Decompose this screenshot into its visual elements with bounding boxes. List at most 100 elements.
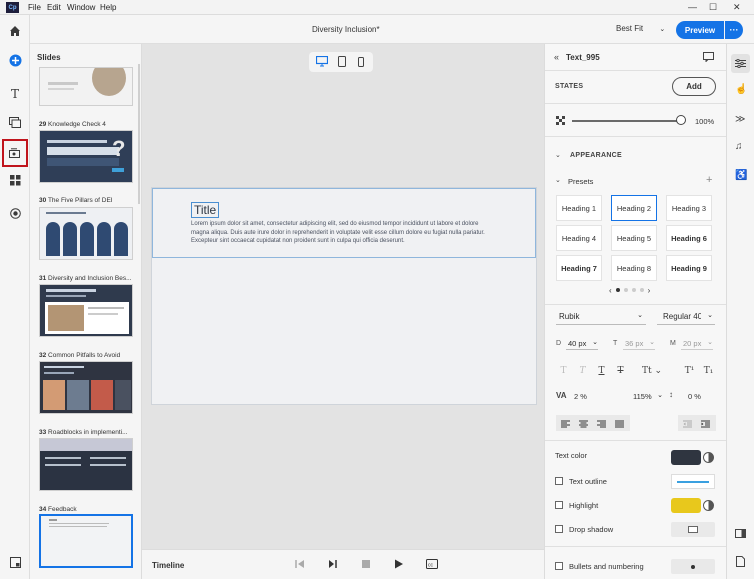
step-icon[interactable] [328,559,338,571]
presets-pager[interactable]: ‹ › [609,285,665,295]
text-icon[interactable]: T [5,84,25,104]
preview-button[interactable]: Preview [676,21,724,39]
menu-edit[interactable]: Edit [47,3,61,12]
tablet-size-select[interactable]: 36 px ⌄ [623,336,655,350]
play-icon[interactable] [394,559,404,571]
text-case-icon[interactable]: Tt ⌄ [640,363,664,378]
assets-button-highlighted[interactable] [2,139,28,167]
fit-select[interactable]: Best Fit ⌄ [616,24,665,33]
preset-heading-7[interactable]: Heading 7 [556,255,602,281]
add-state-button[interactable]: Add [672,77,716,96]
text-container[interactable]: Title Lorem ipsum dolor sit amet, consec… [152,188,536,258]
maximize-icon[interactable]: ☐ [709,2,717,13]
slide-thumbnail-34-selected[interactable] [39,514,133,568]
align-right-icon[interactable] [594,416,609,431]
chevron-left-icon[interactable]: ‹ [609,286,612,295]
slide-thumbnail-32[interactable] [39,361,133,414]
timeline-label[interactable]: Timeline [152,561,184,570]
audio-icon[interactable]: ♫ [735,141,743,152]
menu-file[interactable]: File [28,3,41,12]
text-style-italic-icon[interactable]: T [575,363,590,378]
preset-heading-8[interactable]: Heading 8 [611,255,657,281]
preset-heading-1[interactable]: Heading 1 [556,195,602,221]
tablet-view-icon[interactable] [338,56,346,69]
opacity-slider[interactable] [572,120,678,122]
collapse-panel-icon[interactable]: « [554,52,559,62]
slide-thumbnail-29[interactable]: ? [39,130,133,183]
align-center-icon[interactable] [576,416,591,431]
home-icon[interactable] [5,21,25,41]
slide-canvas[interactable]: Title Lorem ipsum dolor sit amet, consec… [151,187,537,405]
skip-back-icon[interactable] [295,559,305,571]
superscript-icon[interactable]: T¹ [682,363,697,378]
presets-chevron-icon[interactable]: ⌄ [555,176,561,184]
subscript-icon[interactable]: T₁ [701,363,716,378]
accessibility-icon[interactable]: ♿ [735,170,747,181]
opacity-slider-handle[interactable] [676,115,686,125]
comment-icon[interactable] [703,52,714,64]
mobile-view-icon[interactable] [358,57,364,69]
highlight-style-icon[interactable] [703,500,714,511]
preset-heading-5[interactable]: Heading 5 [611,225,657,251]
align-left-icon[interactable] [558,416,573,431]
preset-heading-4[interactable]: Heading 4 [556,225,602,251]
interactions-icon[interactable]: ☝ [735,84,747,95]
add-icon[interactable] [5,50,25,70]
animation-icon[interactable]: ≫ [735,114,745,125]
appearance-chevron-icon[interactable]: ⌄ [555,151,561,159]
text-outline-checkbox[interactable] [555,477,563,485]
letter-spacing-value[interactable]: 2 % [574,392,587,401]
font-weight-select[interactable]: Regular 400 ⌄ [657,308,715,325]
paragraph-spacing-value[interactable]: 0 % [688,392,701,401]
media-icon[interactable] [5,112,25,132]
drop-shadow-checkbox[interactable] [555,525,563,533]
add-preset-icon[interactable]: + [706,174,712,186]
slide-thumbnail-31[interactable] [39,284,133,337]
highlight-color-swatch[interactable] [671,498,701,513]
menu-window[interactable]: Window [67,3,95,12]
align-justify-icon[interactable] [612,416,627,431]
preset-heading-3[interactable]: Heading 3 [666,195,712,221]
page-icon[interactable] [736,556,745,569]
panel-toggle-icon[interactable] [5,552,25,572]
text-style-bold-icon[interactable]: T [556,363,571,378]
mobile-size-select[interactable]: 20 px ⌄ [681,336,713,350]
text-color-style-icon[interactable] [703,452,714,463]
record-icon[interactable] [5,203,25,223]
close-icon[interactable]: ✕ [733,2,741,13]
page-dot[interactable] [623,288,628,292]
text-outline-preview[interactable] [671,474,715,489]
preset-heading-6[interactable]: Heading 6 [666,225,712,251]
slide-thumbnail-28[interactable] [39,67,133,106]
text-color-swatch[interactable] [671,450,701,465]
slide-title-text[interactable]: Title [191,202,220,218]
slide-body-text[interactable]: Lorem ipsum dolor sit amet, consectetur … [191,220,493,246]
chevron-right-icon[interactable]: › [648,286,651,295]
menu-help[interactable]: Help [100,3,116,12]
panel-layout-icon[interactable] [735,529,746,540]
minimize-icon[interactable]: — [688,2,697,12]
bullets-preview[interactable] [671,559,715,574]
widgets-icon[interactable] [5,170,25,190]
slide-thumbnail-30[interactable] [39,207,133,260]
bullets-checkbox[interactable] [555,562,563,570]
page-dot[interactable] [631,288,636,292]
text-style-underline-icon[interactable]: T [594,363,609,378]
stop-icon[interactable] [362,560,370,568]
preset-heading-9[interactable]: Heading 9 [666,255,712,281]
font-family-select[interactable]: Rubik ⌄ [556,308,646,325]
page-dot[interactable] [639,288,644,292]
opacity-value[interactable]: 100% [695,117,714,126]
line-height-select[interactable]: 115% ⌄ [631,389,663,403]
desktop-view-icon[interactable] [315,55,329,69]
highlight-checkbox[interactable] [555,501,563,509]
desktop-size-select[interactable]: 40 px ⌄ [566,336,598,350]
page-dot-active[interactable] [615,288,620,292]
more-options-button[interactable]: ··· [725,21,743,39]
text-style-strikethrough-icon[interactable]: T [613,363,628,378]
properties-tab-icon[interactable] [731,54,750,73]
preset-heading-2-selected[interactable]: Heading 2 [611,195,657,221]
slide-thumbnail-33[interactable] [39,438,133,491]
drop-shadow-preview[interactable] [671,522,715,537]
slides-scrollbar[interactable] [138,64,140,204]
